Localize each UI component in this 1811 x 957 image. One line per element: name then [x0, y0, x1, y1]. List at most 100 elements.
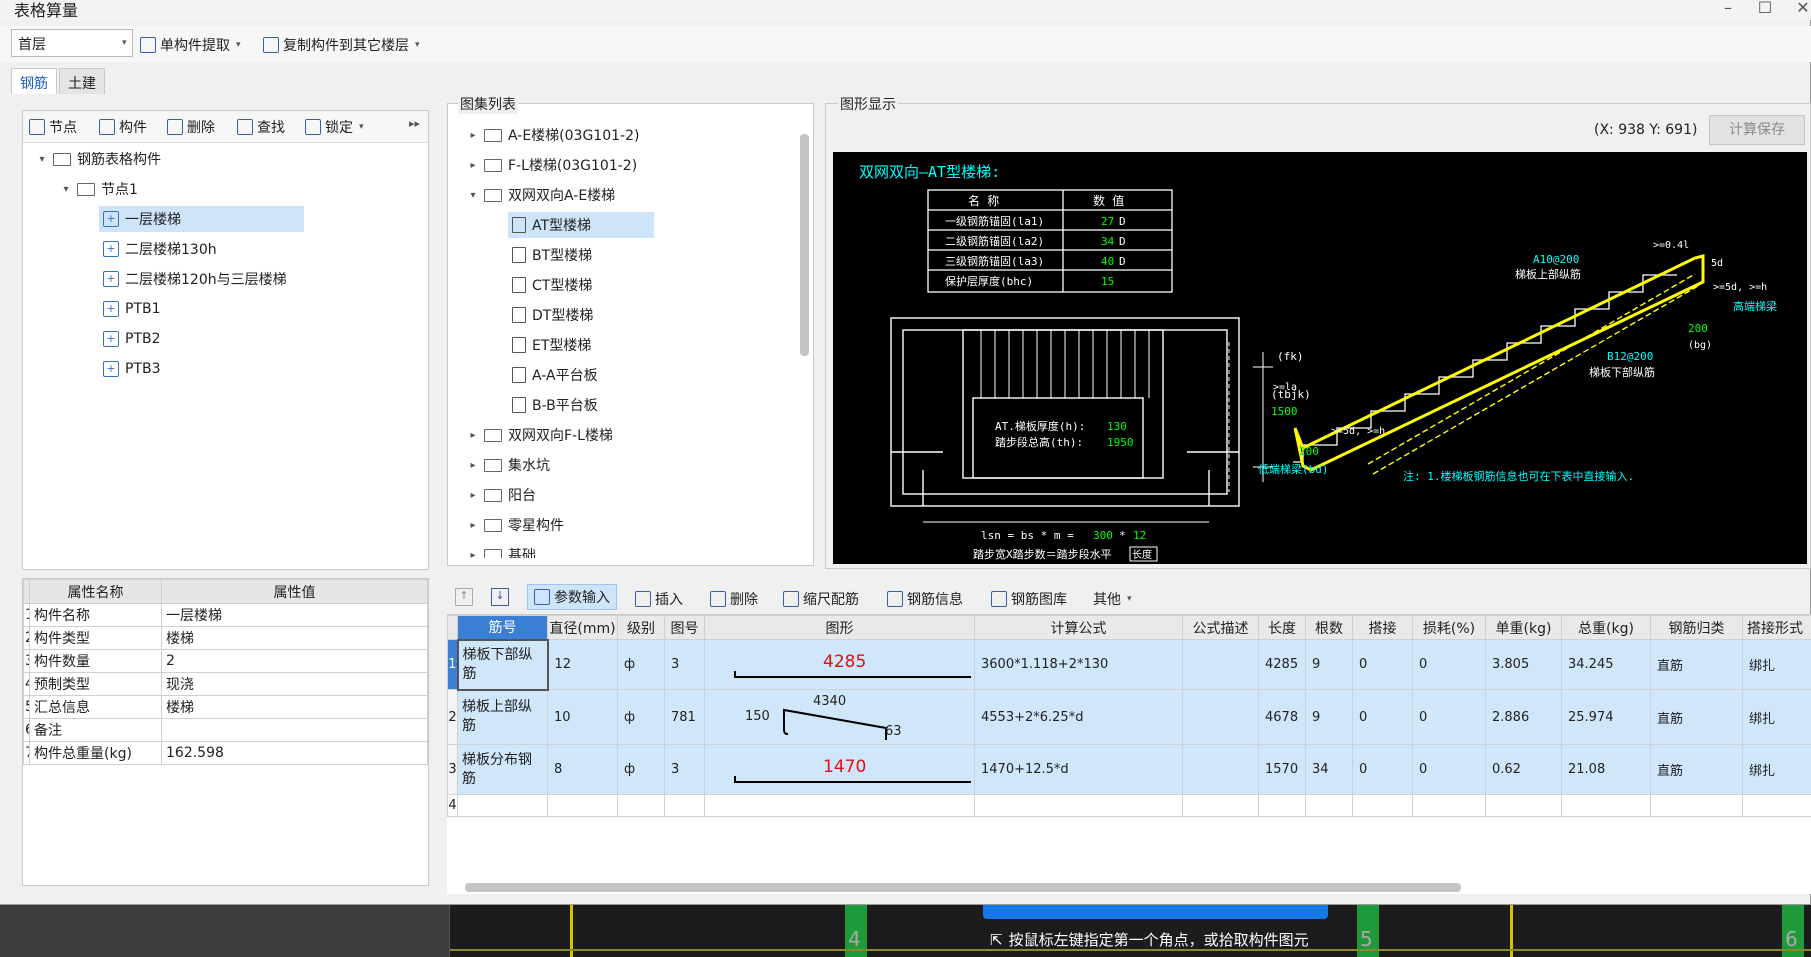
atlas-item[interactable]: DT型楼梯 — [508, 302, 654, 328]
atlas-item[interactable]: ▸ 集水坑 — [468, 452, 550, 478]
folder-icon — [484, 518, 502, 532]
move-down-button[interactable]: ↓ — [491, 588, 509, 606]
col-header: 筋号 — [457, 615, 548, 640]
minimize-button[interactable]: – — [1715, 0, 1741, 17]
copy-to-floor-button[interactable]: 复制构件到其它楼层 ▾ — [263, 35, 420, 55]
col-header: 图号 — [664, 615, 705, 640]
table-row[interactable]: 3构件数量2 — [23, 649, 428, 673]
tree-item[interactable]: + PTB2 — [99, 326, 161, 352]
table-row[interactable]: 3 梯板分布钢筋 8 ф 3 1470 1470+12.5*d 1570 34 … — [447, 744, 1811, 795]
insert-button[interactable]: 插入 — [635, 589, 683, 609]
tree-item[interactable]: + 一层楼梯 — [99, 206, 304, 232]
col-header: 级别 — [617, 615, 665, 640]
lock-icon — [305, 119, 321, 135]
scale-icon — [783, 591, 799, 607]
component-icon: + — [103, 361, 119, 377]
tree-item[interactable]: + 二层楼梯120h与三层楼梯 — [99, 266, 287, 292]
close-button[interactable]: ✕ — [1790, 0, 1811, 17]
atlas-item[interactable]: ▸ F-L楼梯(03G101-2) — [468, 152, 637, 178]
tab-civil[interactable]: 土建 — [59, 68, 105, 94]
tree-item[interactable]: + PTB1 — [99, 296, 161, 322]
extract-component-button[interactable]: 单构件提取 ▾ — [140, 35, 241, 55]
param-value: 15 — [1101, 275, 1114, 288]
table-row[interactable]: 7构件总重量(kg)162.598 — [23, 741, 428, 765]
param-input-button[interactable]: 参数输入 — [527, 584, 617, 610]
component-icon: + — [103, 241, 119, 257]
tree-item[interactable]: + PTB3 — [99, 356, 161, 382]
dim-200b: 200 — [1299, 445, 1319, 458]
col-header: 计算公式 — [974, 615, 1183, 640]
atlas-item[interactable]: ▸ 零星构件 — [468, 512, 564, 538]
top-bar-label: 梯板上部纵筋 — [1515, 267, 1581, 281]
table-row[interactable]: 4 — [447, 794, 1811, 817]
chevron-down-icon: ▾ — [359, 122, 364, 132]
table-row[interactable]: 5汇总信息楼梯 — [23, 695, 428, 719]
param-value: 34 — [1101, 235, 1115, 248]
atlas-item[interactable]: CT型楼梯 — [508, 272, 654, 298]
table-row[interactable]: 1 梯板下部纵筋 12 ф 3 4285 3600*1.118+2*130 42… — [447, 638, 1811, 691]
shape-cell[interactable]: 150 4340 63 — [704, 689, 975, 745]
grid-delete-button[interactable]: 删除 — [710, 589, 758, 609]
atlas-item[interactable]: A-A平台板 — [508, 362, 654, 388]
other-menu[interactable]: 其他 ▾ — [1093, 589, 1132, 609]
dim-200a: 200 — [1688, 322, 1708, 335]
tree-root[interactable]: ▾ 钢筋表格构件 — [37, 146, 161, 172]
rebar-info-button[interactable]: 钢筋信息 — [887, 589, 963, 609]
table-row[interactable]: 6备注 — [23, 718, 428, 742]
col-header: 钢筋归类 — [1650, 615, 1743, 640]
tree-item[interactable]: + 二层楼梯130h — [99, 236, 217, 262]
atlas-item[interactable]: ▸ A-E楼梯(03G101-2) — [468, 122, 639, 148]
more-button[interactable]: ▸▸ — [409, 117, 420, 130]
grid-h-scrollbar[interactable] — [465, 883, 1461, 892]
atlas-item[interactable]: B-B平台板 — [508, 392, 654, 418]
param-name: 一级钢筋锚固(la1) — [945, 214, 1044, 228]
bg-label: (bg) — [1688, 340, 1712, 351]
atlas-item[interactable]: ▸ 基础 — [468, 542, 536, 558]
atlas-group: 图集列表 ▸ A-E楼梯(03G101-2) ▸ F-L楼梯(03G101-2) ▾ 双网… — [447, 94, 814, 566]
dim-5dh2: >=5d, >=h — [1331, 426, 1385, 437]
atlas-item[interactable]: ET型楼梯 — [508, 332, 654, 358]
chevron-down-icon: ▾ — [122, 38, 127, 48]
lock-button[interactable]: 锁定 ▾ — [305, 117, 364, 137]
atlas-item[interactable]: ▸ 阳台 — [468, 482, 536, 508]
drawing-title: 双网双向—AT型楼梯: — [859, 163, 1000, 181]
table-row[interactable]: 4预制类型现浇 — [23, 672, 428, 696]
calc-save-button[interactable]: 计算保存 — [1709, 115, 1805, 145]
shape-cell[interactable]: 1470 — [704, 744, 975, 795]
component-tree-panel: 节点 构件 删除 查找 锁定 ▾ ▸▸ ▾ 钢筋表格构件 ▾ 节点1 + 一层楼梯 + 二… — [22, 110, 429, 570]
lsn-star: * — [1119, 529, 1126, 542]
scale-rebar-button[interactable]: 缩尺配筋 — [783, 589, 859, 609]
atlas-item[interactable]: AT型楼梯 — [508, 212, 654, 238]
title-bar[interactable]: 表格算量 – ☐ ✕ — [0, 0, 1811, 20]
shape-cell[interactable]: 4285 — [704, 639, 975, 690]
atlas-item[interactable]: ▾ 双网双向A-E楼梯 — [468, 182, 615, 208]
param-unit: D — [1119, 235, 1126, 248]
col-header: 搭接形式 — [1742, 615, 1811, 640]
delete-button[interactable]: 删除 — [167, 117, 215, 137]
expand-icon: ▸ — [470, 159, 476, 171]
tree-node1[interactable]: ▾ 节点1 — [61, 176, 137, 202]
table-row[interactable]: 2构件类型楼梯 — [23, 626, 428, 650]
canvas-side-panel — [0, 905, 450, 957]
tab-rebar[interactable]: 钢筋 — [11, 68, 57, 94]
param-unit: D — [1119, 255, 1126, 268]
move-up-button[interactable]: ↑ — [455, 588, 473, 606]
atlas-scrollbar[interactable] — [800, 134, 809, 356]
document-icon — [512, 277, 526, 293]
table-row[interactable]: 2 梯板上部纵筋 10 ф 781 150 4340 63 4553+2*6.2… — [447, 689, 1811, 745]
add-component-button[interactable]: 构件 — [99, 117, 147, 137]
rebar-grid-panel: 筋号 直径(mm) 级别 图号 图形 计算公式 公式描述 长度 根数 搭接 损耗… — [447, 614, 1811, 894]
folder-icon — [484, 188, 502, 202]
col-header: 损耗(%) — [1412, 615, 1486, 640]
find-button[interactable]: 查找 — [237, 117, 285, 137]
add-node-button[interactable]: 节点 — [29, 117, 77, 137]
folder-icon — [484, 548, 502, 558]
atlas-item[interactable]: BT型楼梯 — [508, 242, 654, 268]
atlas-item[interactable]: ▸ 双网双向F-L楼梯 — [468, 422, 612, 448]
high-beam-label: 高端梯梁 — [1733, 299, 1777, 313]
rebar-library-button[interactable]: 钢筋图库 — [991, 589, 1067, 609]
floor-select[interactable]: 首层 ▾ — [11, 29, 133, 57]
col-header: 属性值 — [161, 579, 428, 604]
maximize-button[interactable]: ☐ — [1752, 0, 1778, 17]
table-row[interactable]: 1构件名称一层楼梯 — [23, 603, 428, 627]
